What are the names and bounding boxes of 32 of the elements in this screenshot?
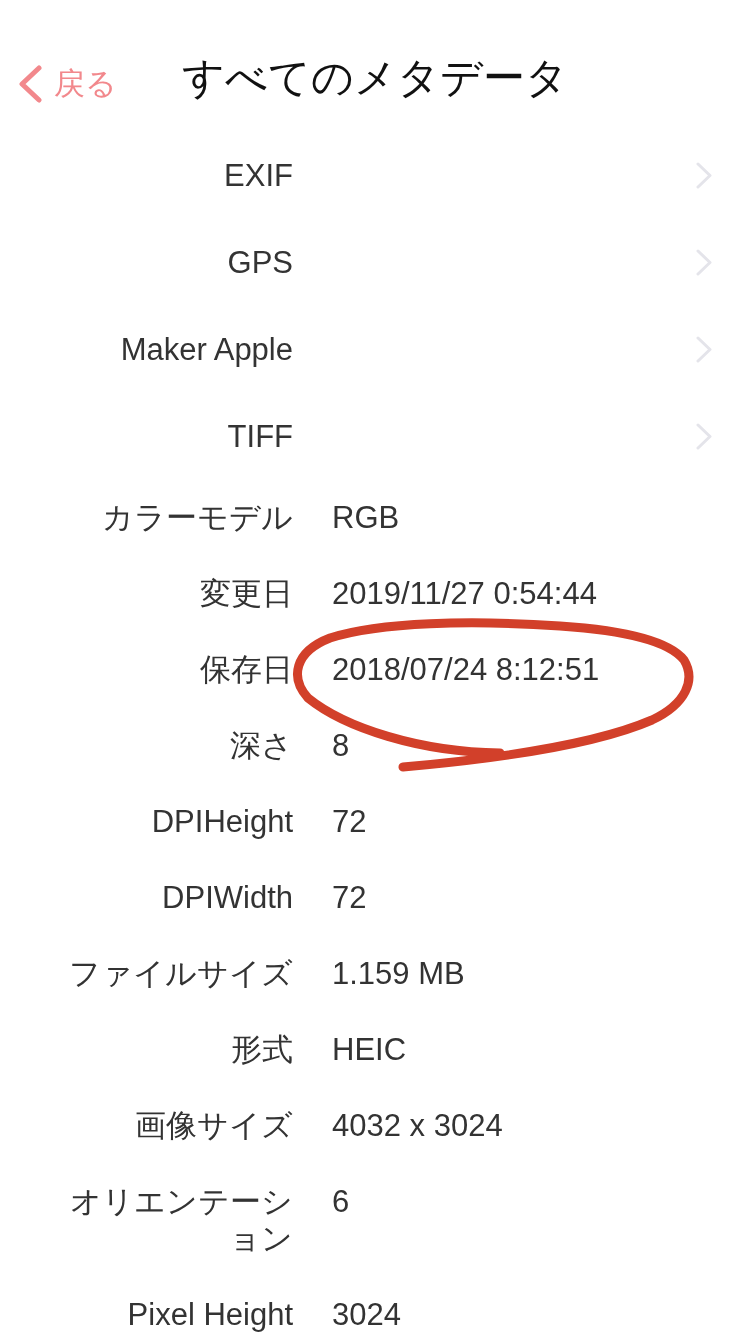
field-value: 3024 <box>332 1296 401 1333</box>
field-value: RGB <box>332 499 400 536</box>
field-value: 2018/07/24 8:12:51 <box>332 651 600 688</box>
field-label: 深さ <box>229 727 293 764</box>
field-label: DPIWidth <box>161 879 293 916</box>
field-label: 保存日 <box>199 651 293 688</box>
chevron-right-icon <box>696 162 712 189</box>
field-label: ファイルサイズ <box>68 955 293 992</box>
field-label: カラーモデル <box>101 499 293 536</box>
screen-title: すべてのメタデータ <box>182 54 568 102</box>
chevron-right-icon <box>696 423 712 450</box>
field-value: 72 <box>332 803 367 840</box>
field-label: Pixel Height <box>126 1296 293 1333</box>
field-label: オリエンテーション <box>69 1183 293 1257</box>
metadata-group-item[interactable]: GPS <box>0 219 750 306</box>
field-value: 2019/11/27 0:54:44 <box>332 575 597 612</box>
field-value: 1.159 MB <box>332 955 465 992</box>
field-value: 72 <box>332 879 367 916</box>
metadata-group-item[interactable]: EXIF <box>0 132 750 219</box>
field-label: 形式 <box>230 1031 293 1068</box>
metadata-group-item[interactable]: Maker Apple <box>0 306 750 393</box>
chevron-left-icon <box>18 65 42 103</box>
field-value: 4032 x 3024 <box>332 1107 503 1144</box>
chevron-right-icon <box>696 249 712 276</box>
field-label: 変更日 <box>199 575 293 612</box>
field-value: HEIC <box>332 1031 407 1068</box>
chevron-right-icon <box>696 336 712 363</box>
field-value: 6 <box>332 1183 350 1220</box>
field-label: 画像サイズ <box>134 1107 293 1144</box>
field-label: DPIHeight <box>150 803 293 840</box>
field-value: 8 <box>332 727 350 764</box>
metadata-group-item[interactable]: TIFF <box>0 393 750 480</box>
